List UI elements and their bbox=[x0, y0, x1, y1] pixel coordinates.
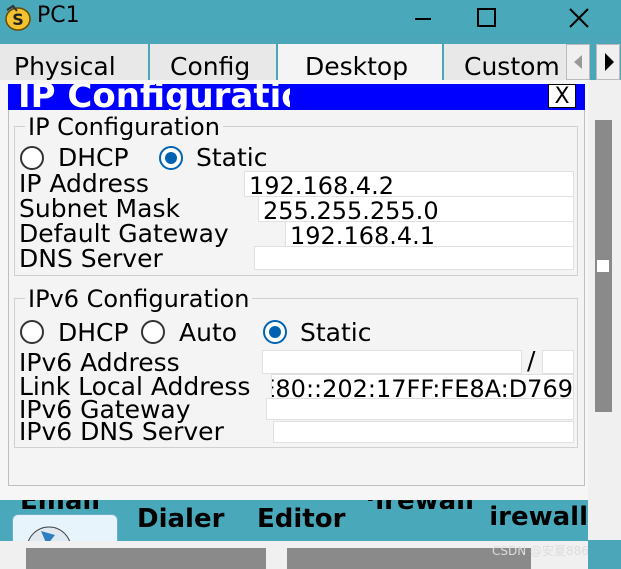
minimize-button[interactable] bbox=[393, 0, 453, 34]
app-dialer[interactable]: Dialer bbox=[137, 504, 224, 534]
ipv6-auto-radio[interactable] bbox=[141, 320, 165, 344]
ipv6-gateway-field[interactable] bbox=[266, 398, 574, 420]
app-firewall-ipv6-label: Firewall bbox=[490, 502, 588, 532]
ipv6-dns-server-field[interactable] bbox=[273, 421, 574, 443]
dialog-title: IP Configuration bbox=[18, 84, 290, 110]
tab-scroll-left-button[interactable] bbox=[566, 44, 590, 80]
ipv4-static-label: Static bbox=[196, 144, 268, 172]
dns-server-label: DNS Server bbox=[19, 244, 163, 273]
svg-text:S: S bbox=[12, 10, 24, 29]
ipv4-dhcp-radio[interactable] bbox=[20, 146, 44, 170]
dns-server-field[interactable] bbox=[254, 246, 574, 270]
link-local-address-field[interactable]: FE80::202:17FF:FE8A:D769 bbox=[271, 374, 574, 400]
window-title: PC1 bbox=[37, 3, 80, 28]
dialog-titlebar: IP Configuration bbox=[8, 84, 585, 110]
default-gateway-field[interactable]: 192.168.4.1 bbox=[285, 221, 574, 247]
subnet-mask-label: Subnet Mask bbox=[19, 194, 180, 223]
packet-tracer-pc-icon: S bbox=[3, 2, 33, 32]
close-window-button[interactable] bbox=[548, 0, 608, 34]
ipv4-static-radio[interactable] bbox=[159, 146, 183, 170]
ip-address-field[interactable]: 192.168.4.2 bbox=[244, 171, 574, 197]
ipv6-address-label: IPv6 Address bbox=[19, 348, 180, 377]
ipv6-prefix-separator: / bbox=[527, 346, 536, 375]
ipv6-dhcp-radio[interactable] bbox=[20, 320, 44, 344]
ipv6-address-field[interactable] bbox=[262, 350, 522, 374]
app-editor[interactable]: Editor bbox=[257, 504, 345, 534]
ipv6-dhcp-label: DHCP bbox=[58, 319, 129, 347]
ipv6-prefix-length-field[interactable] bbox=[542, 350, 574, 374]
tab-scroll-right-button[interactable] bbox=[596, 44, 620, 80]
maximize-button[interactable] bbox=[456, 0, 516, 34]
vertical-scrollbar[interactable] bbox=[588, 80, 621, 540]
app-firewall-ipv4-label: Firewall bbox=[368, 500, 474, 516]
ipv4-group-legend: IP Configuration bbox=[25, 113, 223, 141]
app-firewall-ipv6[interactable]: Firewall bbox=[490, 502, 588, 532]
ipv6-auto-label: Auto bbox=[179, 319, 238, 347]
ipv6-dns-server-label: IPv6 DNS Server bbox=[19, 419, 224, 445]
ipv6-static-radio[interactable] bbox=[263, 320, 287, 344]
app-firewall-ipv4[interactable]: Firewall bbox=[368, 500, 474, 516]
ipv4-dhcp-label: DHCP bbox=[58, 144, 129, 172]
horizontal-scrollbar-thumb-left[interactable] bbox=[26, 548, 266, 569]
watermark-text: CSDN @安夏886 bbox=[492, 544, 589, 558]
scroll-grip-marker bbox=[597, 260, 609, 272]
dialog-close-button[interactable]: X bbox=[548, 84, 576, 109]
link-local-address-value: FE80::202:17FF:FE8A:D769 bbox=[271, 375, 573, 400]
ipv6-group-legend: IPv6 Configuration bbox=[25, 285, 253, 313]
window-titlebar: S PC1 bbox=[0, 0, 621, 34]
subnet-mask-field[interactable]: 255.255.255.0 bbox=[258, 196, 574, 222]
ipv6-static-label: Static bbox=[300, 319, 372, 347]
